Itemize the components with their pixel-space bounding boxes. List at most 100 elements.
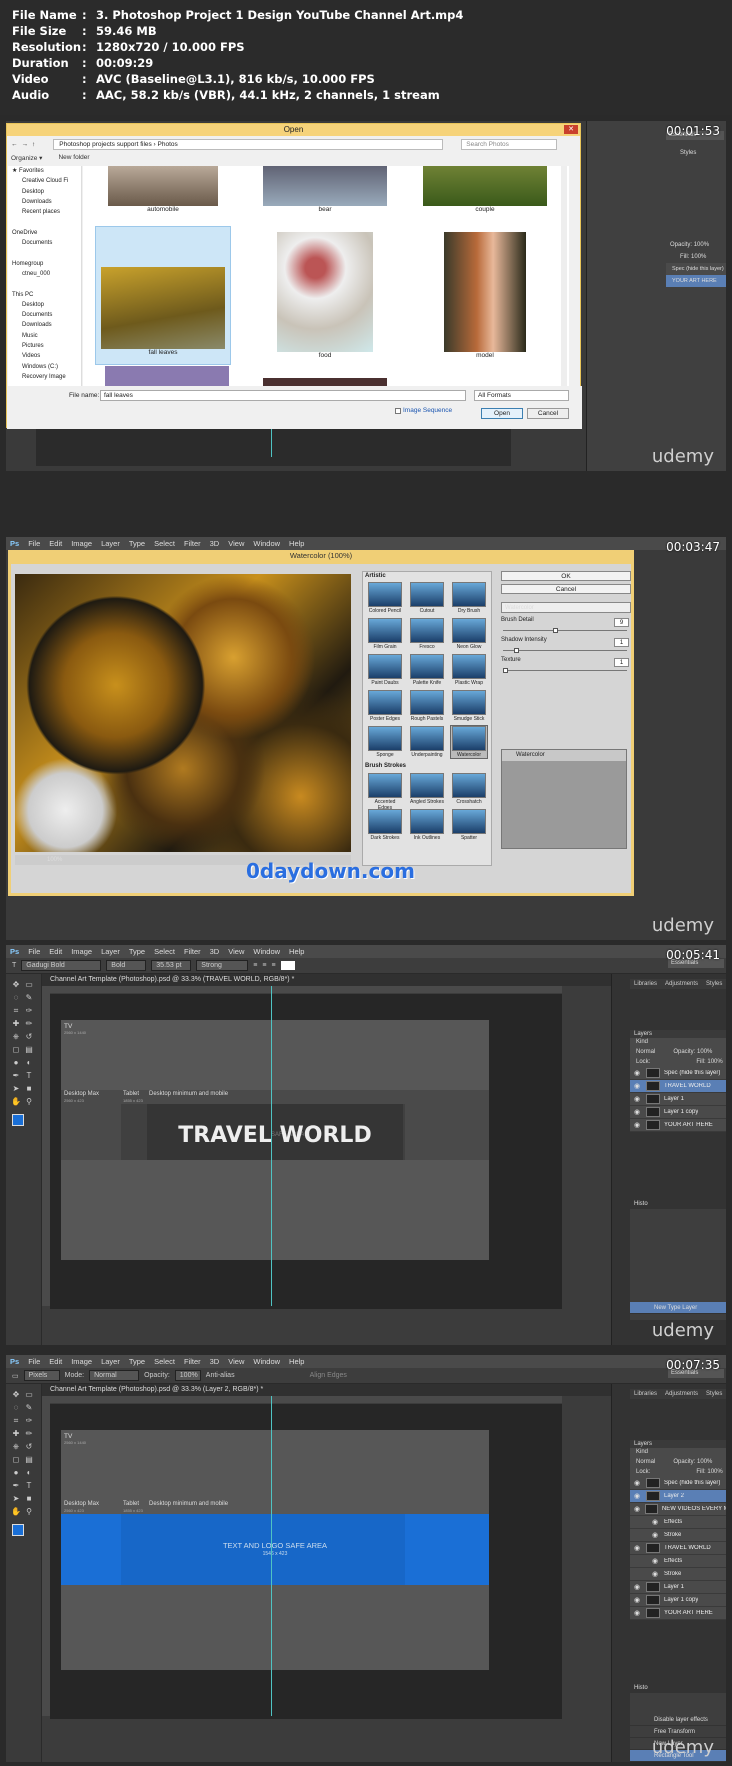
marquee-icon[interactable]: ▭ xyxy=(24,980,34,989)
blur-icon[interactable]: ● xyxy=(11,1058,21,1067)
menu-item-select[interactable]: Select xyxy=(154,539,175,548)
tab-libraries[interactable]: Libraries xyxy=(634,1389,657,1399)
filter-thumb[interactable]: Dry Brush xyxy=(451,582,487,614)
nav-item[interactable]: Videos xyxy=(8,351,81,361)
file-item[interactable]: automobile xyxy=(95,166,231,218)
image-sequence-checkbox[interactable] xyxy=(395,407,401,414)
text-color-swatch[interactable] xyxy=(280,961,295,970)
eye-icon[interactable]: ◉ xyxy=(634,1082,642,1090)
menu-item-select[interactable]: Select xyxy=(154,947,175,956)
layer-row[interactable]: ◉ Layer 1 xyxy=(630,1581,726,1594)
nav-item[interactable]: Windows (C:) xyxy=(8,362,81,372)
file-item[interactable]: model xyxy=(417,232,553,362)
tab-libraries[interactable]: Libraries xyxy=(634,979,657,989)
slider-track[interactable] xyxy=(503,650,627,651)
font-style-select[interactable]: Bold xyxy=(106,960,147,971)
tab-styles[interactable]: Styles xyxy=(666,149,724,158)
lasso-icon[interactable]: ◌ xyxy=(11,993,21,1002)
filename-input[interactable]: fall leaves xyxy=(100,390,466,401)
filter-thumb[interactable]: Paint Daubs xyxy=(367,654,403,686)
menu-item-help[interactable]: Help xyxy=(289,539,304,548)
eyedropper-icon[interactable]: ✑ xyxy=(24,1416,34,1425)
menu-item-view[interactable]: View xyxy=(228,1357,244,1366)
foreground-color-swatch[interactable] xyxy=(12,1524,24,1536)
file-item-selected[interactable]: fall leaves xyxy=(95,226,231,365)
move-icon[interactable]: ✥ xyxy=(11,1390,21,1399)
menu-item-3d[interactable]: 3D xyxy=(210,539,220,548)
align-edges-checkbox[interactable]: Align Edges xyxy=(310,1372,347,1379)
blend-mode-select[interactable]: Normal xyxy=(636,1457,655,1467)
stamp-icon[interactable]: ⎈ xyxy=(11,1032,21,1041)
eye-icon[interactable]: ◉ xyxy=(652,1531,660,1539)
filter-thumb[interactable]: Dark Strokes xyxy=(367,809,403,841)
layer-row[interactable]: ◉ Spec (hide this layer) xyxy=(630,1477,726,1490)
slider-knob[interactable] xyxy=(503,668,508,673)
hand-icon[interactable]: ✋ xyxy=(11,1507,21,1516)
pen-icon[interactable]: ✒ xyxy=(11,1481,21,1490)
nav-item[interactable]: Recovery Image xyxy=(8,372,81,382)
effect-layer-row[interactable]: Watercolor xyxy=(502,750,626,761)
brush-icon[interactable]: ✏ xyxy=(24,1019,34,1028)
menu-item-file[interactable]: File xyxy=(28,539,40,548)
layer-row[interactable]: ◉ Effects xyxy=(630,1516,726,1529)
back-icon[interactable]: ← xyxy=(11,141,18,148)
foreground-color-swatch[interactable] xyxy=(12,1114,24,1126)
eye-icon[interactable]: ◉ xyxy=(652,1557,660,1565)
menu-item-help[interactable]: Help xyxy=(289,1357,304,1366)
scrollbar[interactable] xyxy=(561,166,567,386)
menu-item-3d[interactable]: 3D xyxy=(210,1357,220,1366)
layer-row[interactable]: Spec (hide this layer) xyxy=(666,263,726,275)
align-right-icon[interactable]: ≡ xyxy=(271,962,275,969)
eye-icon[interactable]: ◉ xyxy=(634,1121,642,1129)
type-tool-icon[interactable]: T xyxy=(12,962,16,969)
eyedropper-icon[interactable]: ✑ xyxy=(24,1006,34,1015)
filter-kind-select[interactable]: Kind xyxy=(630,1038,726,1047)
menu-item-type[interactable]: Type xyxy=(129,1357,145,1366)
open-button[interactable]: Open xyxy=(481,408,523,419)
slider-value-input[interactable]: 9 xyxy=(614,618,629,627)
nav-item[interactable] xyxy=(8,217,81,227)
menu-item-window[interactable]: Window xyxy=(253,947,280,956)
opacity-value[interactable]: 100% xyxy=(694,242,709,248)
nav-item[interactable]: Desktop xyxy=(8,187,81,197)
nav-item[interactable]: Homegroup xyxy=(8,259,81,269)
menu-item-edit[interactable]: Edit xyxy=(49,1357,62,1366)
healing-icon[interactable]: ✚ xyxy=(11,1019,21,1028)
history-brush-icon[interactable]: ↺ xyxy=(24,1032,34,1041)
eye-icon[interactable]: ◉ xyxy=(652,1518,660,1526)
layer-row[interactable]: ◉ Spec (hide this layer) xyxy=(630,1067,726,1080)
eye-icon[interactable]: ◉ xyxy=(634,1108,642,1116)
nav-item[interactable]: OneDrive xyxy=(8,228,81,238)
menu-item-layer[interactable]: Layer xyxy=(101,947,120,956)
stamp-icon[interactable]: ⎈ xyxy=(11,1442,21,1451)
filter-thumb[interactable]: Watercolor xyxy=(450,725,488,759)
eye-icon[interactable]: ◉ xyxy=(634,1492,642,1500)
eraser-icon[interactable]: ◻ xyxy=(11,1455,21,1464)
filter-thumb[interactable]: Colored Pencil xyxy=(367,582,403,614)
fill-value[interactable]: 100% xyxy=(707,1059,722,1065)
move-icon[interactable]: ✥ xyxy=(11,980,21,989)
anti-alias-checkbox[interactable]: Anti-alias xyxy=(206,1372,235,1379)
dodge-icon[interactable]: ◐ xyxy=(24,1058,34,1067)
quick-select-icon[interactable]: ✎ xyxy=(24,1403,34,1412)
layer-row[interactable]: YOUR ART HERE xyxy=(666,275,726,287)
tab-adjustments[interactable]: Adjustments xyxy=(665,1389,698,1399)
nav-item[interactable] xyxy=(8,279,81,289)
nav-item[interactable]: Documents xyxy=(8,310,81,320)
blue-rectangle-layer[interactable]: TEXT AND LOGO SAFE AREA 1546 x 423 xyxy=(61,1514,489,1585)
nav-item[interactable]: Downloads xyxy=(8,320,81,330)
lasso-icon[interactable]: ◌ xyxy=(11,1403,21,1412)
filter-thumb[interactable]: Rough Pastels xyxy=(409,690,445,722)
nav-item[interactable]: Recent places xyxy=(8,207,81,217)
layer-row[interactable]: ◉ TRAVEL WORLD xyxy=(630,1080,726,1093)
slider-value-input[interactable]: 1 xyxy=(614,658,629,667)
history-item[interactable]: Disable layer effects xyxy=(630,1714,726,1726)
menu-item-filter[interactable]: Filter xyxy=(184,947,201,956)
filter-thumb[interactable]: Sponge xyxy=(367,726,403,758)
file-item[interactable]: bear xyxy=(257,166,393,218)
filter-thumb[interactable]: Film Grain xyxy=(367,618,403,650)
menu-item-edit[interactable]: Edit xyxy=(49,947,62,956)
menu-item-image[interactable]: Image xyxy=(71,539,92,548)
filter-thumb[interactable]: Underpainting xyxy=(409,726,445,758)
layer-row[interactable]: ◉ YOUR ART HERE xyxy=(630,1607,726,1620)
